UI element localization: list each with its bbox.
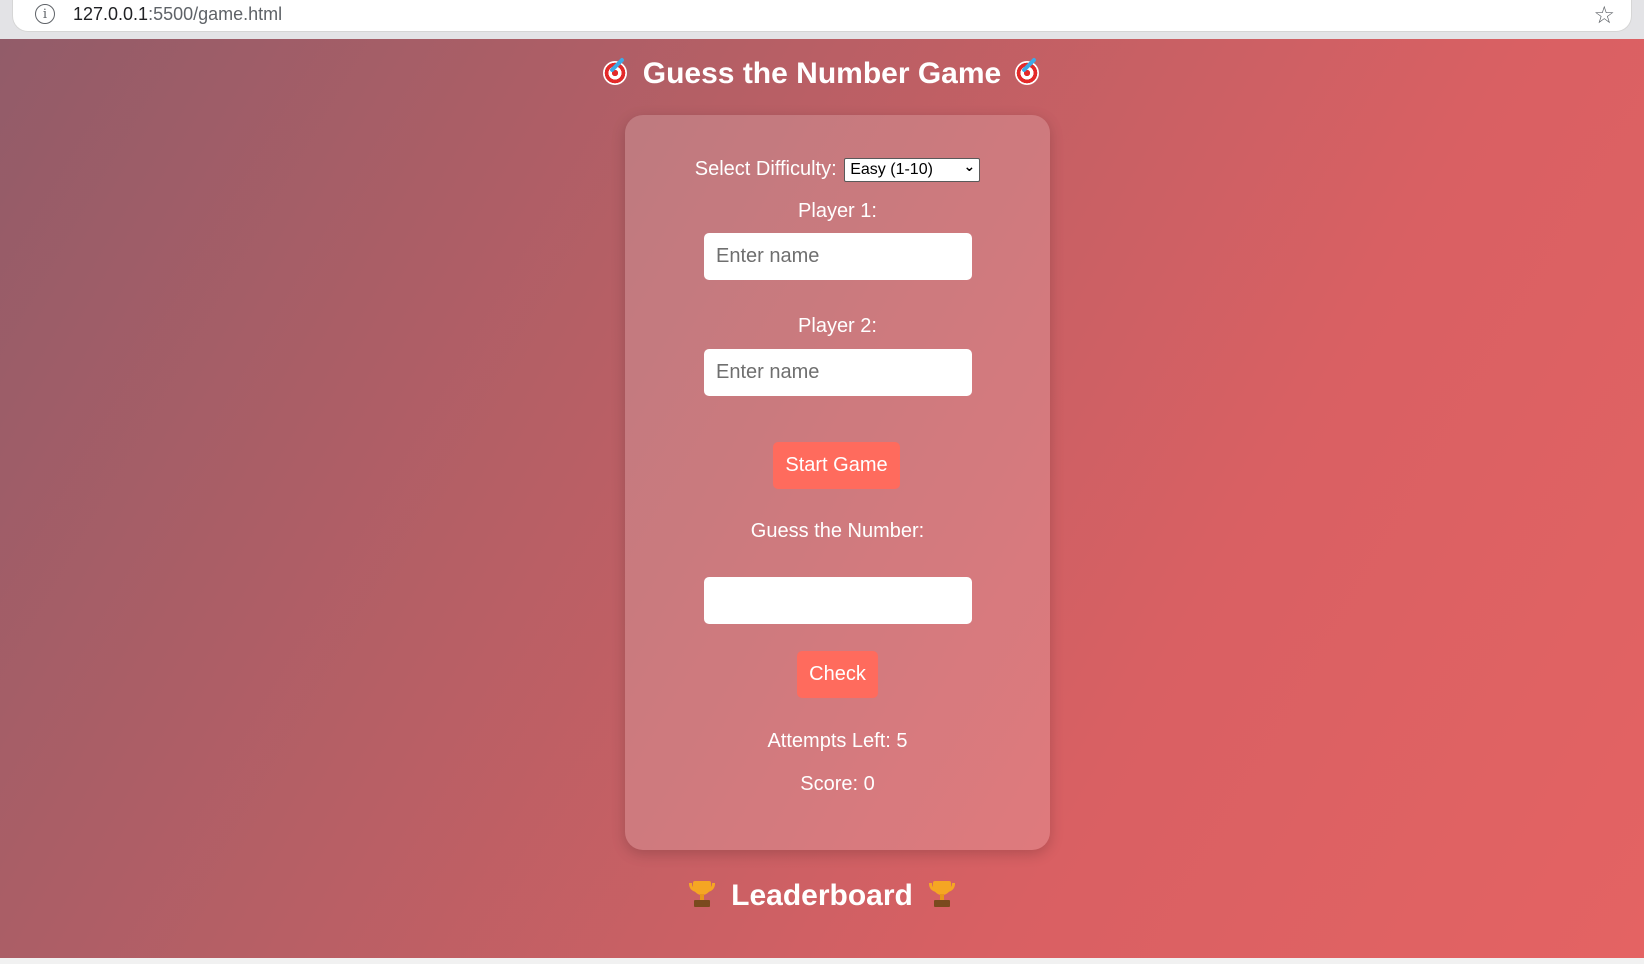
trophy-icon [928,879,955,909]
player1-name-input[interactable] [704,233,972,280]
url-host: 127.0.0.1 [73,4,149,24]
leaderboard-heading: Leaderboard [0,879,1644,913]
leaderboard-title: Leaderboard [731,879,913,912]
bookmark-star-icon[interactable]: ☆ [1593,1,1615,29]
guess-label: Guess the Number: [750,520,925,542]
difficulty-select[interactable]: Easy (1-10) ⌄ [844,158,981,182]
player2-name-input[interactable] [704,349,972,396]
url-text[interactable]: 127.0.0.1:5500/game.html [73,4,282,25]
score-text: Score: 0 [800,773,875,795]
check-button[interactable]: Check [797,651,878,698]
browser-toolbar: i 127.0.0.1:5500/game.html ☆ [0,0,1644,39]
trophy-icon [689,879,716,909]
address-bar[interactable]: i 127.0.0.1:5500/game.html ☆ [12,0,1632,32]
page-title: Guess the Number Game [0,57,1644,91]
player1-label: Player 1: [798,200,877,222]
player2-label: Player 2: [798,315,877,337]
page-bottom-edge [0,958,1644,964]
site-info-icon[interactable]: i [35,4,55,24]
direct-hit-icon [601,58,631,88]
page-title-text: Guess the Number Game [642,57,1002,90]
guess-input[interactable] [704,577,972,624]
attempts-left-text: Attempts Left: 5 [767,730,908,752]
game-card: Select Difficulty: Easy (1-10) ⌄ Player 1… [625,115,1050,850]
start-game-button[interactable]: Start Game [773,442,900,489]
direct-hit-icon [1013,58,1043,88]
difficulty-row: Select Difficulty: Easy (1-10) ⌄ [625,158,1050,182]
difficulty-label: Select Difficulty: [694,158,837,180]
url-path: :5500/game.html [148,4,283,24]
chevron-down-icon: ⌄ [963,159,976,175]
game-page: Guess the Number Game Select Difficulty:… [0,39,1644,964]
difficulty-selected-value: Easy (1-10) [850,161,933,178]
